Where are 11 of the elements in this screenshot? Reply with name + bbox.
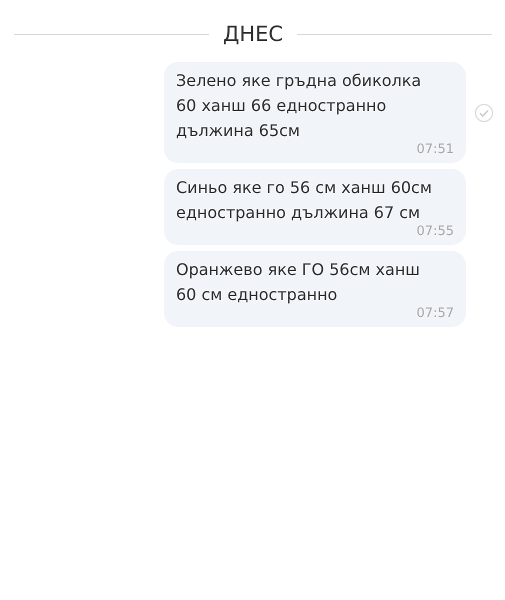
date-divider: ДНЕС bbox=[222, 22, 284, 46]
message-text: Зелено яке гръдна обиколка bbox=[176, 70, 422, 92]
message-text: дължина 65см bbox=[176, 120, 301, 142]
message-text: едностранно дължина 67 см bbox=[176, 202, 422, 224]
message-time: 07:55 bbox=[416, 224, 455, 239]
message-text: Синьо яке го 56 см ханш 60см bbox=[176, 177, 433, 199]
message-text: 60 ханш 66 едностранно bbox=[176, 95, 388, 117]
message-text: 60 см едностранно bbox=[176, 284, 338, 306]
message-time: 07:51 bbox=[416, 142, 455, 157]
message-text: Оранжево яке ГО 56см ханш bbox=[176, 259, 421, 281]
message-time: 07:57 bbox=[416, 306, 455, 321]
